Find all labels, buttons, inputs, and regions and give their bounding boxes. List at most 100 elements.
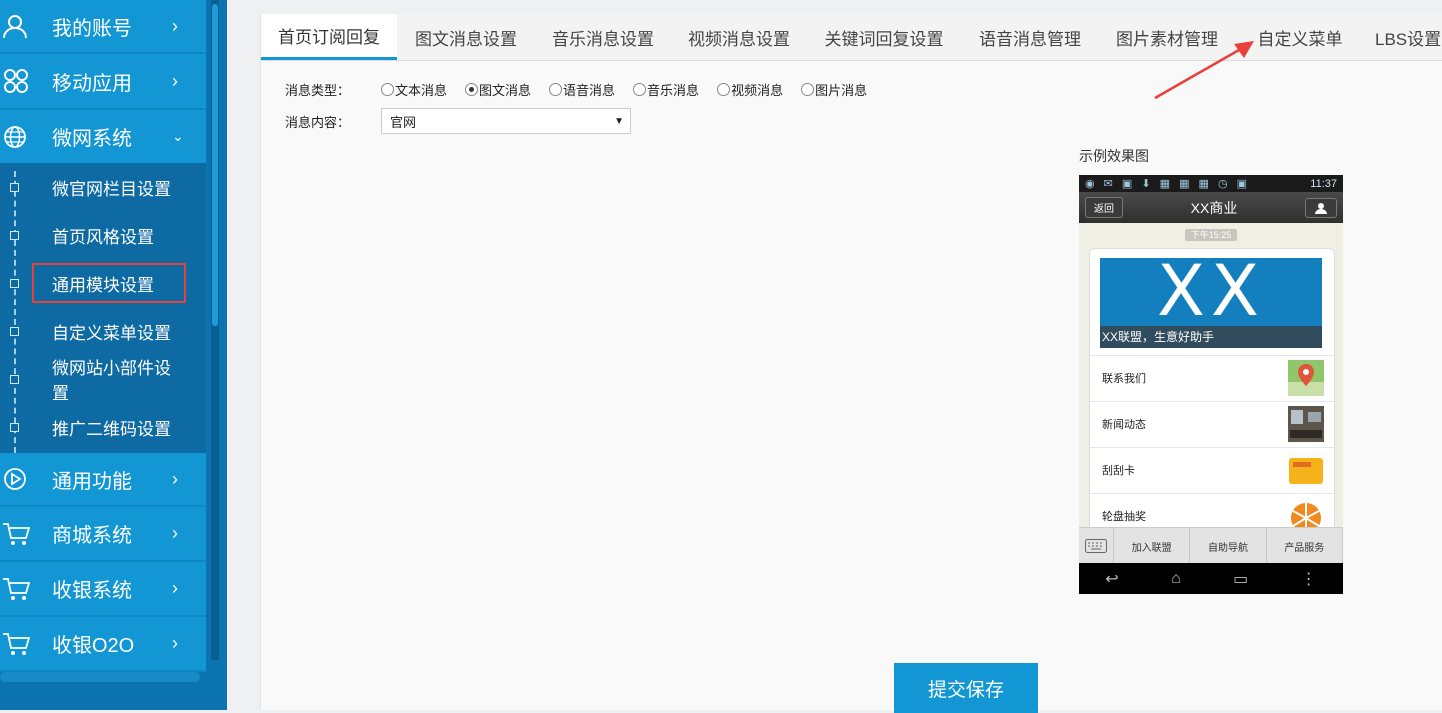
subitem-label: 首页风格设置 [52, 227, 154, 247]
radio-video-message[interactable]: 视频消息 [717, 80, 783, 99]
sidebar-item-mall[interactable]: 商城系统 › [0, 507, 206, 562]
sidebar-item-cashier-o2o[interactable]: 收银O2O › [0, 617, 206, 672]
radio-circle [717, 83, 731, 96]
message-content-select[interactable]: 官网 ▼ [381, 108, 631, 134]
subitem-label: 通用模块设置 [52, 275, 154, 295]
tree-node [10, 279, 19, 288]
radio-news-message[interactable]: 图文消息 [465, 80, 531, 99]
sidebar-item-general[interactable]: 通用功能 › [0, 453, 206, 507]
phone-list-item: 联系我们 [1090, 355, 1334, 400]
phone-menu-item: 产品服务 [1267, 528, 1343, 564]
radio-label: 语音消息 [563, 83, 616, 98]
chevron-right-icon: › [172, 15, 178, 36]
banner-logo-text: XX [1157, 258, 1265, 332]
sidebar-item-account[interactable]: 我的账号 › [0, 0, 206, 54]
sidebar-item-cashier[interactable]: 收银系统 › [0, 562, 206, 617]
status-icons: ◉ ✉ ▣ ⬇ ▦ ▦ ▦ ◷ ▣ [1085, 178, 1251, 190]
radio-circle [633, 83, 647, 96]
main-panel: 首页订阅回复 图文消息设置 音乐消息设置 视频消息设置 关键词回复设置 语音消息… [260, 14, 1442, 713]
phone-app-title: XX商业 [1190, 199, 1238, 216]
flower-icon [0, 68, 52, 94]
message-content-label: 消息内容： [285, 114, 351, 130]
user-icon [1305, 197, 1337, 218]
globe-icon [0, 124, 52, 150]
dropdown-arrow-icon: ▼ [614, 115, 624, 127]
submit-save-button[interactable]: 提交保存 [894, 663, 1038, 713]
radio-circle [801, 83, 815, 96]
sidebar-scroll-thumb[interactable] [212, 4, 218, 326]
sidebar-submenu: 微官网栏目设置 首页风格设置 通用模块设置 自定义菜单设置 微网站小部件设置 推… [0, 163, 206, 453]
tab-lbs-settings[interactable]: LBS设置 [1365, 14, 1442, 60]
message-type-row: 消息类型： 文本消息 图文消息 语音消息 音乐消息 视频消息 图片消息 [285, 80, 885, 99]
sidebar-item-label: 收银系统 [52, 580, 132, 602]
phone-news-card: XX XX联盟，生意好助手 联系我们 新闻动态 刮刮卡 轮盘抽奖 [1089, 248, 1335, 540]
subitem-label: 自定义菜单设置 [52, 323, 171, 343]
radio-voice-message[interactable]: 语音消息 [549, 80, 615, 99]
tab-voice-message[interactable]: 语音消息管理 [961, 14, 1099, 60]
subitem-column-settings[interactable]: 微官网栏目设置 [10, 169, 184, 205]
phone-menu-item: 加入联盟 [1114, 528, 1191, 564]
cart-icon [0, 632, 52, 656]
tree-node [10, 183, 19, 192]
tab-subscribe-reply[interactable]: 首页订阅回复 [261, 14, 397, 60]
sidebar-horizontal-scrollbar[interactable] [0, 672, 200, 682]
preview-title: 示例效果图 [1079, 148, 1149, 164]
list-item-label: 新闻动态 [1102, 419, 1146, 431]
radio-text-message[interactable]: 文本消息 [381, 80, 447, 99]
phone-preview: ◉ ✉ ▣ ⬇ ▦ ▦ ▦ ◷ ▣ 11:37 返回 XX商业 下午15:25 … [1079, 175, 1343, 594]
annotation-arrow-icon [1154, 41, 1254, 100]
phone-list-item: 新闻动态 [1090, 401, 1334, 446]
list-item-label: 轮盘抽奖 [1102, 511, 1146, 523]
chevron-right-icon: › [172, 633, 178, 653]
list-item-label: 联系我们 [1102, 373, 1146, 385]
news-photo-icon [1288, 406, 1324, 442]
subitem-qrcode[interactable]: 推广二维码设置 [10, 409, 184, 445]
phone-nav-bar: ↩ ⌂ ▭ ⋮ [1079, 563, 1343, 594]
sidebar-item-label: 移动应用 [52, 72, 132, 95]
tab-music-message[interactable]: 音乐消息设置 [535, 14, 671, 60]
phone-back-button: 返回 [1085, 197, 1123, 218]
chevron-right-icon: › [172, 468, 178, 489]
radio-label: 图片消息 [815, 83, 868, 98]
phone-menu-item: 自助导航 [1190, 528, 1267, 564]
subitem-widgets[interactable]: 微网站小部件设置 [10, 359, 184, 403]
tab-news-message[interactable]: 图文消息设置 [397, 14, 535, 60]
subitem-homepage-style[interactable]: 首页风格设置 [10, 217, 184, 253]
subitem-label: 微官网栏目设置 [52, 179, 171, 199]
chevron-down-icon: ⌄ [172, 128, 184, 144]
radio-label: 视频消息 [731, 83, 784, 98]
sidebar-item-label: 通用功能 [52, 470, 132, 493]
phone-message-time: 下午15:25 [1185, 229, 1237, 241]
chevron-right-icon: › [172, 523, 178, 543]
phone-list-item: 刮刮卡 [1090, 447, 1334, 492]
sidebar-item-label: 收银O2O [52, 635, 135, 657]
recent-apps-icon: ▭ [1233, 570, 1249, 588]
tree-line [14, 171, 16, 453]
sidebar-item-label: 我的账号 [52, 17, 132, 40]
back-icon: ↩ [1105, 570, 1119, 588]
sidebar-item-mobile-apps[interactable]: 移动应用 › [0, 54, 206, 110]
subitem-common-module[interactable]: 通用模块设置 [10, 263, 186, 303]
tree-node [10, 375, 19, 384]
radio-label: 音乐消息 [647, 83, 700, 98]
tab-video-message[interactable]: 视频消息设置 [671, 14, 807, 60]
play-icon [0, 466, 52, 492]
radio-music-message[interactable]: 音乐消息 [633, 80, 699, 99]
message-content-row: 消息内容： 官网 ▼ [285, 108, 631, 134]
radio-label: 图文消息 [479, 83, 532, 98]
tree-node [10, 423, 19, 432]
more-icon: ⋮ [1300, 570, 1317, 588]
sidebar-item-label: 微网系统 [52, 128, 132, 150]
subitem-custom-menu[interactable]: 自定义菜单设置 [10, 313, 184, 349]
subitem-label: 推广二维码设置 [52, 419, 171, 439]
message-type-label: 消息类型： [285, 83, 351, 98]
keyboard-icon [1079, 528, 1114, 564]
tab-keyword-reply[interactable]: 关键词回复设置 [807, 14, 961, 60]
select-value: 官网 [390, 114, 417, 130]
radio-image-message[interactable]: 图片消息 [801, 80, 867, 99]
tree-node [10, 327, 19, 336]
sidebar-item-label: 商城系统 [52, 525, 132, 547]
radio-circle [381, 83, 394, 96]
sidebar-item-micro-site[interactable]: 微网系统 ⌄ [0, 110, 206, 165]
cart-icon [0, 577, 52, 601]
